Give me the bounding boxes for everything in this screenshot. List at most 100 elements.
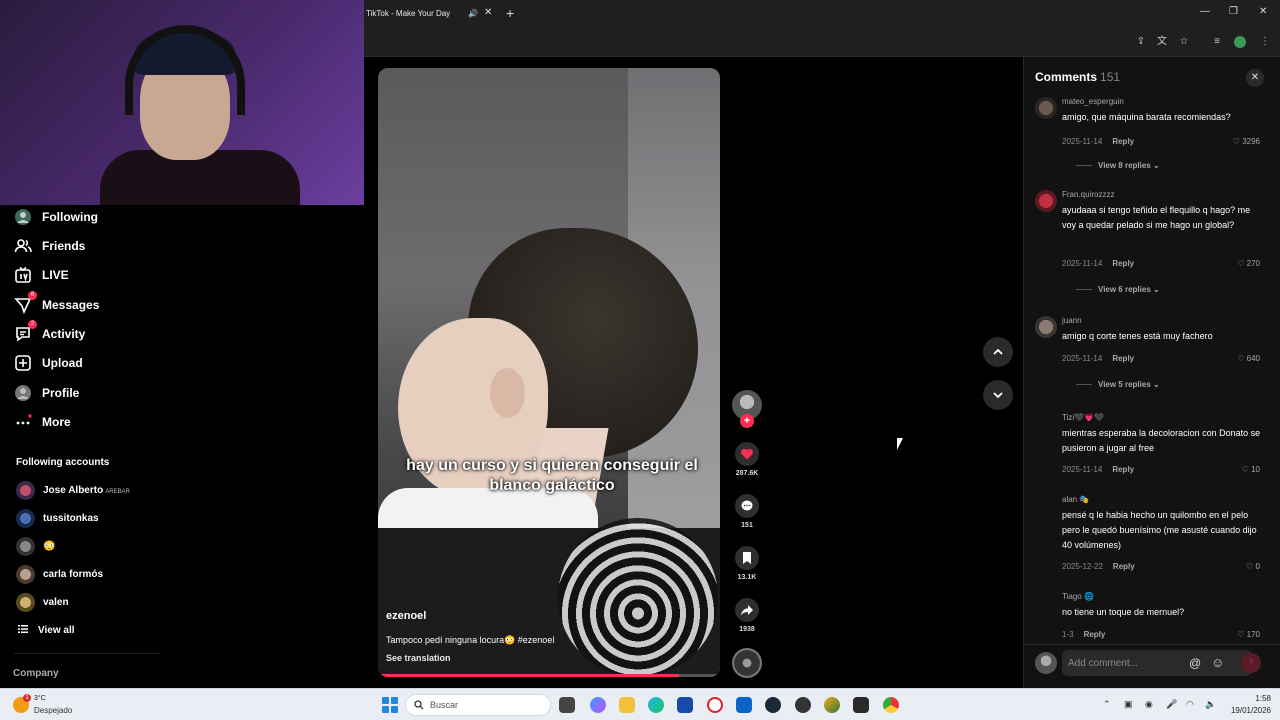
- restore-icon[interactable]: ❐: [1229, 6, 1238, 17]
- following-account-item[interactable]: valen: [16, 592, 69, 612]
- sidebar-item-following[interactable]: Following: [14, 205, 98, 229]
- messages-icon: 6: [14, 291, 37, 314]
- company-link[interactable]: Company: [13, 668, 59, 679]
- sidebar-item-more[interactable]: More: [14, 410, 71, 434]
- view-replies-button[interactable]: View 8 replies ⌄: [1076, 161, 1160, 170]
- reply-button[interactable]: Reply: [1112, 354, 1134, 363]
- upload-icon: [14, 354, 32, 372]
- steam-icon[interactable]: [765, 697, 781, 713]
- reply-button[interactable]: Reply: [1084, 630, 1106, 639]
- tray-app-icon[interactable]: ◉: [1145, 699, 1153, 710]
- store-icon[interactable]: [677, 697, 693, 713]
- comment-meta: 2025-11-14 Reply: [1062, 259, 1135, 268]
- comment-username[interactable]: juann: [1062, 316, 1082, 325]
- close-icon[interactable]: ✕: [1246, 69, 1264, 87]
- new-tab-icon[interactable]: +: [506, 5, 514, 21]
- see-translation-link[interactable]: See translation: [386, 653, 451, 663]
- app-icon[interactable]: [795, 697, 811, 713]
- comment-like[interactable]: ♡ 270: [1237, 259, 1260, 268]
- minimize-icon[interactable]: —: [1200, 6, 1210, 17]
- share-count: 1938: [739, 626, 755, 633]
- cast-icon[interactable]: ⇪: [1135, 36, 1147, 48]
- browser-tab[interactable]: TikTok - Make Your Day 🔊 ✕: [364, 0, 499, 27]
- sidebar-item-friends[interactable]: Friends: [14, 234, 85, 258]
- avatar[interactable]: [1035, 190, 1057, 212]
- following-account-item[interactable]: tussitonkas: [16, 508, 99, 528]
- speaker-icon[interactable]: 🔊: [468, 9, 478, 18]
- share-button[interactable]: [735, 598, 759, 622]
- comments-title: Comments 151: [1035, 70, 1121, 84]
- star-icon[interactable]: ☆: [1178, 36, 1190, 48]
- avatar[interactable]: [1035, 316, 1057, 338]
- outlook-icon[interactable]: [736, 697, 752, 713]
- microphone-icon[interactable]: 🎤: [1166, 699, 1177, 710]
- comment-count: 151: [741, 522, 753, 529]
- comment-like[interactable]: ♡ 640: [1237, 354, 1260, 363]
- tray-network-app-icon[interactable]: ▣: [1124, 699, 1133, 710]
- sidebar-item-messages[interactable]: 6 Messages: [14, 291, 99, 317]
- translate-icon[interactable]: 文: [1156, 36, 1168, 48]
- emoji-icon[interactable]: ☺: [1211, 655, 1224, 670]
- account-name: 😳: [43, 540, 56, 552]
- previous-video-button[interactable]: [983, 337, 1013, 367]
- comment-icon: [741, 500, 753, 511]
- opera-icon[interactable]: [707, 697, 723, 713]
- view-replies-button[interactable]: View 6 replies ⌄: [1076, 285, 1160, 294]
- following-account-item[interactable]: carla formós: [16, 564, 103, 584]
- media-controls-icon[interactable]: ≡: [1211, 36, 1223, 48]
- profile-avatar-icon[interactable]: [1234, 36, 1246, 48]
- send-button[interactable]: ↑: [1241, 653, 1261, 673]
- comment-username[interactable]: Tizi🖤💗🖤: [1062, 413, 1104, 422]
- menu-kebab-icon[interactable]: ⋮: [1259, 36, 1271, 48]
- sidebar-item-activity[interactable]: 2 Activity: [14, 320, 85, 346]
- save-count: 13.1K: [737, 574, 757, 581]
- windows-start-icon[interactable]: [382, 697, 398, 713]
- tray-chevron-up-icon[interactable]: ⌃: [1103, 699, 1111, 710]
- video-player[interactable]: hay un curso y si quieren conseguir el b…: [378, 68, 720, 677]
- reply-button[interactable]: Reply: [1112, 465, 1134, 474]
- next-video-button[interactable]: [983, 380, 1013, 410]
- chrome-icon[interactable]: [883, 697, 899, 713]
- reply-button[interactable]: Reply: [1112, 137, 1134, 146]
- close-icon[interactable]: ✕: [484, 7, 492, 18]
- taskbar-search[interactable]: Buscar: [405, 694, 551, 716]
- comment-like[interactable]: ♡ 3296: [1233, 137, 1260, 146]
- comment-username[interactable]: Tiago 🌐: [1062, 592, 1094, 601]
- following-account-item[interactable]: Jose Alberto AREBAR: [16, 480, 130, 500]
- volume-icon[interactable]: 🔈: [1205, 699, 1216, 710]
- follow-plus-icon[interactable]: +: [740, 414, 754, 428]
- sidebar-item-upload[interactable]: Upload: [14, 351, 83, 375]
- video-author[interactable]: ezenoel: [386, 610, 426, 622]
- window-close-icon[interactable]: ✕: [1259, 6, 1267, 17]
- view-replies-button[interactable]: View 5 replies ⌄: [1076, 380, 1160, 389]
- comment-like[interactable]: ♡ 10: [1242, 465, 1260, 474]
- copilot-icon[interactable]: [590, 697, 606, 713]
- music-disc-icon[interactable]: [732, 648, 762, 678]
- mention-icon[interactable]: @: [1189, 656, 1201, 670]
- editor-icon[interactable]: [853, 697, 869, 713]
- view-all-link[interactable]: View all: [18, 624, 75, 637]
- sidebar-item-live[interactable]: LIVE: [14, 263, 69, 287]
- comment-username[interactable]: Fran.quirozzzz: [1062, 190, 1114, 199]
- profile-icon: [14, 384, 32, 402]
- comment-button[interactable]: [735, 494, 759, 518]
- comment-like[interactable]: ♡ 0: [1246, 562, 1260, 571]
- sidebar-item-profile[interactable]: Profile: [14, 381, 79, 405]
- save-button[interactable]: [735, 546, 759, 570]
- wifi-icon[interactable]: ◠: [1186, 699, 1194, 710]
- game-launcher-icon[interactable]: [824, 697, 840, 713]
- comment-username[interactable]: alan 🎭: [1062, 495, 1089, 504]
- comment-like[interactable]: ♡ 170: [1237, 630, 1260, 639]
- comment-username[interactable]: mateo_esperguin: [1062, 97, 1124, 106]
- file-explorer-icon[interactable]: [619, 697, 635, 713]
- reply-button[interactable]: Reply: [1113, 562, 1135, 571]
- like-button[interactable]: [735, 442, 759, 466]
- video-progress-bar[interactable]: [378, 674, 720, 677]
- avatar[interactable]: [1035, 97, 1057, 119]
- taskbar-date[interactable]: 19/01/2026: [1220, 706, 1271, 715]
- task-view-icon[interactable]: [559, 697, 575, 713]
- reply-button[interactable]: Reply: [1112, 259, 1134, 268]
- edge-icon[interactable]: [648, 697, 664, 713]
- following-account-item[interactable]: 😳: [16, 536, 55, 556]
- taskbar-time[interactable]: 1:58: [1226, 694, 1271, 703]
